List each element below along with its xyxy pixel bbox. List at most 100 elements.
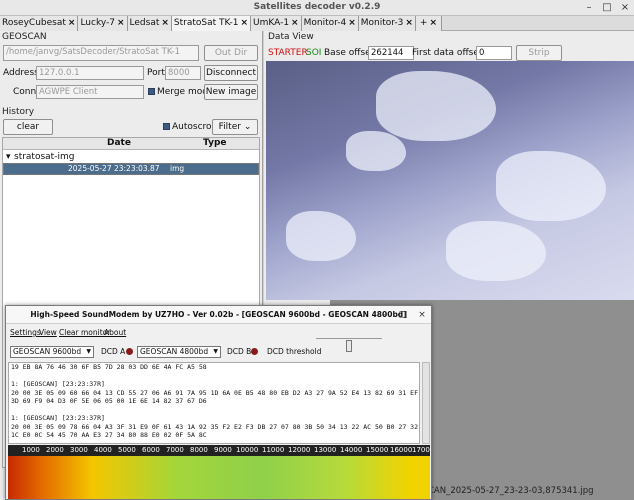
tab-lucky-7[interactable]: Lucky-7 × xyxy=(78,16,128,31)
out-dir-button[interactable]: Out Dir xyxy=(204,45,258,61)
merge-mode-checkbox[interactable] xyxy=(148,88,155,95)
tab-ledsat[interactable]: Ledsat × xyxy=(127,16,172,31)
dcd-threshold-label: DCD threshold xyxy=(267,347,322,356)
clear-history-button[interactable]: clear xyxy=(3,119,53,135)
decoded-image xyxy=(266,61,634,300)
modem-controls: GEOSCAN 9600bd ▼ DCD A GEOSCAN 4800bd ▼ DC… xyxy=(6,338,431,360)
log-line: 3D 69 F9 04 D3 0F 5E 06 05 00 1E 6E 14 8… xyxy=(11,397,207,405)
freq-tick: 9000 xyxy=(214,446,232,454)
tab-close-icon[interactable]: × xyxy=(161,18,169,28)
add-tab-button[interactable]: + × xyxy=(415,16,442,31)
filter-label: Filter xyxy=(218,122,241,132)
tab-close-icon[interactable]: × xyxy=(405,18,413,28)
tab-close-icon[interactable]: × xyxy=(68,18,76,28)
row-type: img xyxy=(170,164,185,173)
maximize-icon[interactable]: □ xyxy=(600,1,614,15)
dcd-a-indicator xyxy=(126,348,133,355)
tab-label: Monitor-3 xyxy=(360,18,404,28)
disconnect-button[interactable]: Disconnect xyxy=(204,65,258,81)
column-type[interactable]: Type xyxy=(203,138,226,148)
strip-button[interactable]: Strip xyxy=(516,45,562,61)
freq-tick: 4000 xyxy=(94,446,112,454)
filter-dropdown-icon: ⌄ xyxy=(243,122,252,132)
tab-close-icon[interactable]: × xyxy=(117,18,125,28)
tab-roseycubesat[interactable]: RoseyCubesat × xyxy=(0,16,79,31)
tab-label: Monitor-4 xyxy=(303,18,347,28)
modem-monitor-log: 19 EB 8A 76 46 30 6F B5 7D 28 03 DD 6E 4… xyxy=(8,362,420,444)
first-offset-label: First data offset: xyxy=(412,48,486,58)
window-title: Satellites decoder v0.2.9 xyxy=(253,2,381,12)
port-field[interactable]: 8000 xyxy=(165,66,201,80)
freq-tick: 10000 xyxy=(236,446,259,454)
freq-tick: 11000 xyxy=(262,446,285,454)
table-header: Date Type xyxy=(3,138,259,150)
column-date[interactable]: Date xyxy=(107,138,131,148)
freq-tick: 8000 xyxy=(190,446,208,454)
close-icon[interactable]: × xyxy=(618,1,632,15)
tab-umka-1[interactable]: UmKA-1 × xyxy=(251,16,302,31)
filter-button[interactable]: Filter ⌄ xyxy=(212,119,258,135)
base-offset-field[interactable]: 262144 xyxy=(368,46,414,60)
image-region xyxy=(286,211,356,261)
mode-b-value: GEOSCAN 4800bd xyxy=(140,347,209,356)
freq-tick: 13000 xyxy=(314,446,337,454)
mode-a-select[interactable]: GEOSCAN 9600bd ▼ xyxy=(10,346,94,358)
modem-title: High-Speed SoundModem by UZ7HO - Ver 0.0… xyxy=(30,310,407,319)
freq-tick: 17000 xyxy=(412,446,431,454)
modem-close-icon[interactable]: × xyxy=(415,308,429,322)
autoscroll-checkbox[interactable] xyxy=(163,123,170,130)
freq-tick: 2000 xyxy=(46,446,64,454)
tab-label: Lucky-7 xyxy=(80,18,115,28)
tab-stratosat-tk-1[interactable]: StratoSat TK-1 × xyxy=(171,16,252,31)
tab-close-icon[interactable]: × xyxy=(348,18,356,28)
log-scrollbar[interactable] xyxy=(422,362,430,444)
waterfall-spectrum xyxy=(8,456,430,499)
collapse-arrow-icon[interactable]: ▾ xyxy=(6,151,11,163)
mode-a-value: GEOSCAN 9600bd xyxy=(13,347,82,356)
freq-tick: 5000 xyxy=(118,446,136,454)
menu-settings[interactable]: Settings xyxy=(10,328,41,337)
chevron-down-icon: ▼ xyxy=(86,348,91,355)
log-line: 20 00 3E 05 09 60 66 04 13 CD 55 27 06 A… xyxy=(11,388,419,397)
history-group-row[interactable]: ▾ stratosat-img xyxy=(3,151,259,163)
table-row[interactable]: 2025-05-27 23:23:03.87 img xyxy=(3,163,259,175)
menu-clear-monitor[interactable]: Clear monitor xyxy=(59,328,110,337)
slider-handle[interactable] xyxy=(346,340,352,352)
tab-close-icon[interactable]: × xyxy=(291,18,299,28)
starter-marker: STARTER xyxy=(268,48,308,58)
new-image-button[interactable]: New image xyxy=(204,84,258,100)
dcd-threshold-slider[interactable] xyxy=(316,338,382,354)
data-view-header: Data View xyxy=(268,32,314,42)
chevron-down-icon: ▼ xyxy=(213,348,218,355)
tab-close-icon[interactable]: × xyxy=(240,18,248,28)
address-field[interactable]: 127.0.0.1 xyxy=(36,66,144,80)
frequency-ruler: 1000 2000 3000 4000 5000 6000 7000 8000 … xyxy=(8,445,431,456)
row-date: 2025-05-27 23:23:03.87 xyxy=(68,164,160,173)
history-header: History xyxy=(2,107,35,117)
group-label: stratosat-img xyxy=(14,152,75,162)
minimize-icon[interactable]: – xyxy=(582,1,596,15)
mode-b-select[interactable]: GEOSCAN 4800bd ▼ xyxy=(137,346,221,358)
tab-close-icon[interactable]: × xyxy=(429,18,437,28)
freq-tick: 3000 xyxy=(70,446,88,454)
soundmodem-window: High-Speed SoundModem by UZ7HO - Ver 0.0… xyxy=(5,305,432,500)
image-region xyxy=(446,221,546,281)
modem-title-bar: High-Speed SoundModem by UZ7HO - Ver 0.0… xyxy=(6,306,431,324)
modem-maximize-icon[interactable]: □ xyxy=(396,308,410,322)
modem-minimize-icon[interactable]: – xyxy=(377,308,391,322)
window-title-bar: Satellites decoder v0.2.9 – □ × xyxy=(0,0,634,16)
menu-view[interactable]: View xyxy=(39,328,57,337)
image-region xyxy=(346,131,406,171)
conn-select[interactable]: AGWPE Client xyxy=(36,85,144,99)
satellite-tab-bar: RoseyCubesat × Lucky-7 × Ledsat × StratoSat… xyxy=(0,16,634,31)
output-path-field[interactable]: /home/janvg/SatsDecoder/StratoSat TK-1 xyxy=(3,45,199,61)
tab-monitor-3[interactable]: Monitor-3 × xyxy=(358,16,416,31)
tab-monitor-4[interactable]: Monitor-4 × xyxy=(301,16,359,31)
autoscroll-label: Autoscroll xyxy=(172,122,217,132)
freq-tick: 7000 xyxy=(166,446,184,454)
first-offset-field[interactable]: 0 xyxy=(476,46,512,60)
menu-about[interactable]: About xyxy=(104,328,126,337)
image-region xyxy=(496,151,606,221)
log-line: 1: [GEOSCAN] [23:23:37R] xyxy=(11,380,105,388)
